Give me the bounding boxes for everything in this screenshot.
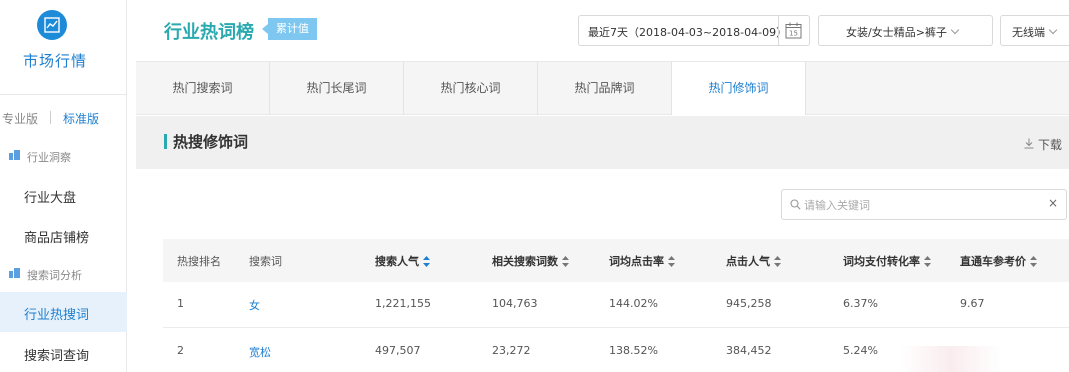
cell-ztc-price: 9.67 bbox=[960, 297, 985, 310]
cumulative-badge: 累计值 bbox=[262, 18, 317, 40]
blurred-overlay bbox=[900, 346, 1069, 372]
sidebar-item-label: 商品店铺榜 bbox=[24, 231, 90, 246]
download-button[interactable]: 下载 bbox=[1024, 136, 1062, 153]
sort-icon bbox=[774, 256, 781, 267]
date-range-text: 最近7天（2018-04-03~2018-04-09） bbox=[588, 26, 788, 39]
col-click-popularity[interactable]: 点击人气 bbox=[726, 253, 781, 269]
col-label: 相关搜索词数 bbox=[492, 255, 558, 268]
category-select-value: 女装/女士精品>裤子 bbox=[846, 24, 960, 40]
cell-related-count: 104,763 bbox=[492, 297, 538, 310]
section-header: 热搜修饰词 下载 bbox=[136, 116, 1069, 169]
tab-brand-words[interactable]: 热门品牌词 bbox=[538, 62, 672, 115]
cell-related-count: 23,272 bbox=[492, 344, 531, 357]
version-standard-link[interactable]: 标准版 bbox=[63, 110, 99, 127]
col-ztc-price[interactable]: 直通车参考价 bbox=[960, 253, 1037, 269]
sidebar-item-label: 搜索词查询 bbox=[24, 349, 90, 364]
device-select-value: 无线端 bbox=[1012, 24, 1058, 40]
date-range-picker[interactable]: 最近7天（2018-04-03~2018-04-09） 15 bbox=[578, 15, 810, 46]
calendar-day: 15 bbox=[789, 30, 798, 38]
sidebar: 市场行情 专业版 标准版 行业洞察 行业大盘 商品店铺榜 搜索词分析 行业热搜词… bbox=[0, 0, 127, 372]
table-header: 热搜排名 搜索词 搜索人气 相关搜索词数 词均点击率 点击人气 词均支付转化率 … bbox=[163, 239, 1069, 282]
cell-click-rate: 144.02% bbox=[609, 297, 658, 310]
search-input[interactable] bbox=[804, 195, 1034, 215]
calendar-icon[interactable]: 15 bbox=[785, 22, 802, 39]
col-related-count[interactable]: 相关搜索词数 bbox=[492, 253, 569, 269]
sidebar-item-hot-keywords[interactable]: 行业热搜词 bbox=[0, 292, 127, 332]
app-root: 市场行情 专业版 标准版 行业洞察 行业大盘 商品店铺榜 搜索词分析 行业热搜词… bbox=[0, 0, 1069, 372]
chevron-down-icon bbox=[1048, 25, 1058, 35]
sidebar-section-industry: 行业洞察 bbox=[0, 146, 127, 166]
col-label: 搜索人气 bbox=[375, 255, 419, 268]
building-icon bbox=[9, 150, 20, 160]
cell-keyword-link[interactable]: 女 bbox=[249, 297, 260, 313]
sidebar-item-keyword-query[interactable]: 搜索词查询 bbox=[0, 333, 127, 372]
category-label: 女装/女士精品>裤子 bbox=[846, 26, 947, 39]
cell-search-popularity: 1,221,155 bbox=[375, 297, 431, 310]
cell-click-popularity: 945,258 bbox=[726, 297, 772, 310]
col-label: 点击人气 bbox=[726, 255, 770, 268]
version-switch: 专业版 标准版 bbox=[0, 108, 127, 128]
col-label: 词均点击率 bbox=[609, 255, 664, 268]
chevron-down-icon bbox=[950, 25, 960, 35]
sidebar-item-industry-overview[interactable]: 行业大盘 bbox=[0, 175, 127, 215]
col-click-rate[interactable]: 词均点击率 bbox=[609, 253, 675, 269]
cell-search-popularity: 497,507 bbox=[375, 344, 421, 357]
sidebar-section-label: 行业洞察 bbox=[27, 151, 71, 164]
page-title: 行业热词榜 bbox=[164, 22, 254, 43]
section-title: 热搜修饰词 bbox=[173, 133, 249, 151]
category-select[interactable]: 女装/女士精品>裤子 bbox=[818, 15, 993, 46]
cell-click-popularity: 384,452 bbox=[726, 344, 772, 357]
download-label: 下载 bbox=[1038, 138, 1063, 152]
search-icon bbox=[790, 199, 801, 210]
clear-search-icon[interactable]: × bbox=[1048, 196, 1058, 210]
cell-conversion-rate: 6.37% bbox=[843, 297, 878, 310]
col-conversion-rate[interactable]: 词均支付转化率 bbox=[843, 253, 931, 269]
sort-icon bbox=[668, 256, 675, 267]
version-divider bbox=[50, 111, 51, 124]
version-pro-link[interactable]: 专业版 bbox=[2, 110, 38, 127]
tab-hot-search[interactable]: 热门搜索词 bbox=[136, 62, 270, 115]
cell-keyword-link[interactable]: 宽松 bbox=[249, 344, 271, 360]
tab-modifier-words[interactable]: 热门修饰词 bbox=[672, 62, 806, 115]
keyword-search: × bbox=[781, 189, 1067, 220]
cell-conversion-rate: 5.24% bbox=[843, 344, 878, 357]
sidebar-section-label: 搜索词分析 bbox=[27, 269, 82, 282]
market-chart-icon bbox=[37, 10, 67, 40]
device-select[interactable]: 无线端 bbox=[1000, 15, 1069, 46]
cell-rank: 1 bbox=[177, 297, 184, 310]
sidebar-item-label: 行业热搜词 bbox=[24, 308, 90, 323]
brand-title: 市场行情 bbox=[23, 52, 88, 70]
sidebar-section-keyword: 搜索词分析 bbox=[0, 264, 127, 284]
table-row: 1 女 1,221,155 104,763 144.02% 945,258 6.… bbox=[163, 282, 1069, 328]
sidebar-item-label: 行业大盘 bbox=[24, 191, 77, 206]
sort-active-icon bbox=[423, 256, 430, 267]
cell-rank: 2 bbox=[177, 344, 184, 357]
tab-long-tail[interactable]: 热门长尾词 bbox=[270, 62, 404, 115]
sidebar-item-shop-ranking[interactable]: 商品店铺榜 bbox=[0, 215, 127, 255]
date-divider bbox=[778, 16, 779, 45]
tab-bar: 热门搜索词 热门长尾词 热门核心词 热门品牌词 热门修饰词 bbox=[136, 61, 1069, 115]
col-label: 词均支付转化率 bbox=[843, 255, 920, 268]
brand: 市场行情 bbox=[0, 0, 127, 95]
download-icon bbox=[1024, 138, 1034, 149]
cell-click-rate: 138.52% bbox=[609, 344, 658, 357]
tab-core-words[interactable]: 热门核心词 bbox=[404, 62, 538, 115]
sort-icon bbox=[562, 256, 569, 267]
col-label: 直通车参考价 bbox=[960, 255, 1026, 268]
col-rank: 热搜排名 bbox=[177, 255, 221, 268]
section-marker bbox=[164, 134, 167, 149]
col-keyword: 搜索词 bbox=[249, 255, 282, 268]
sort-icon bbox=[1030, 256, 1037, 267]
device-label: 无线端 bbox=[1012, 26, 1045, 39]
sort-icon bbox=[924, 256, 931, 267]
building-icon bbox=[9, 268, 20, 278]
col-search-popularity[interactable]: 搜索人气 bbox=[375, 253, 430, 269]
